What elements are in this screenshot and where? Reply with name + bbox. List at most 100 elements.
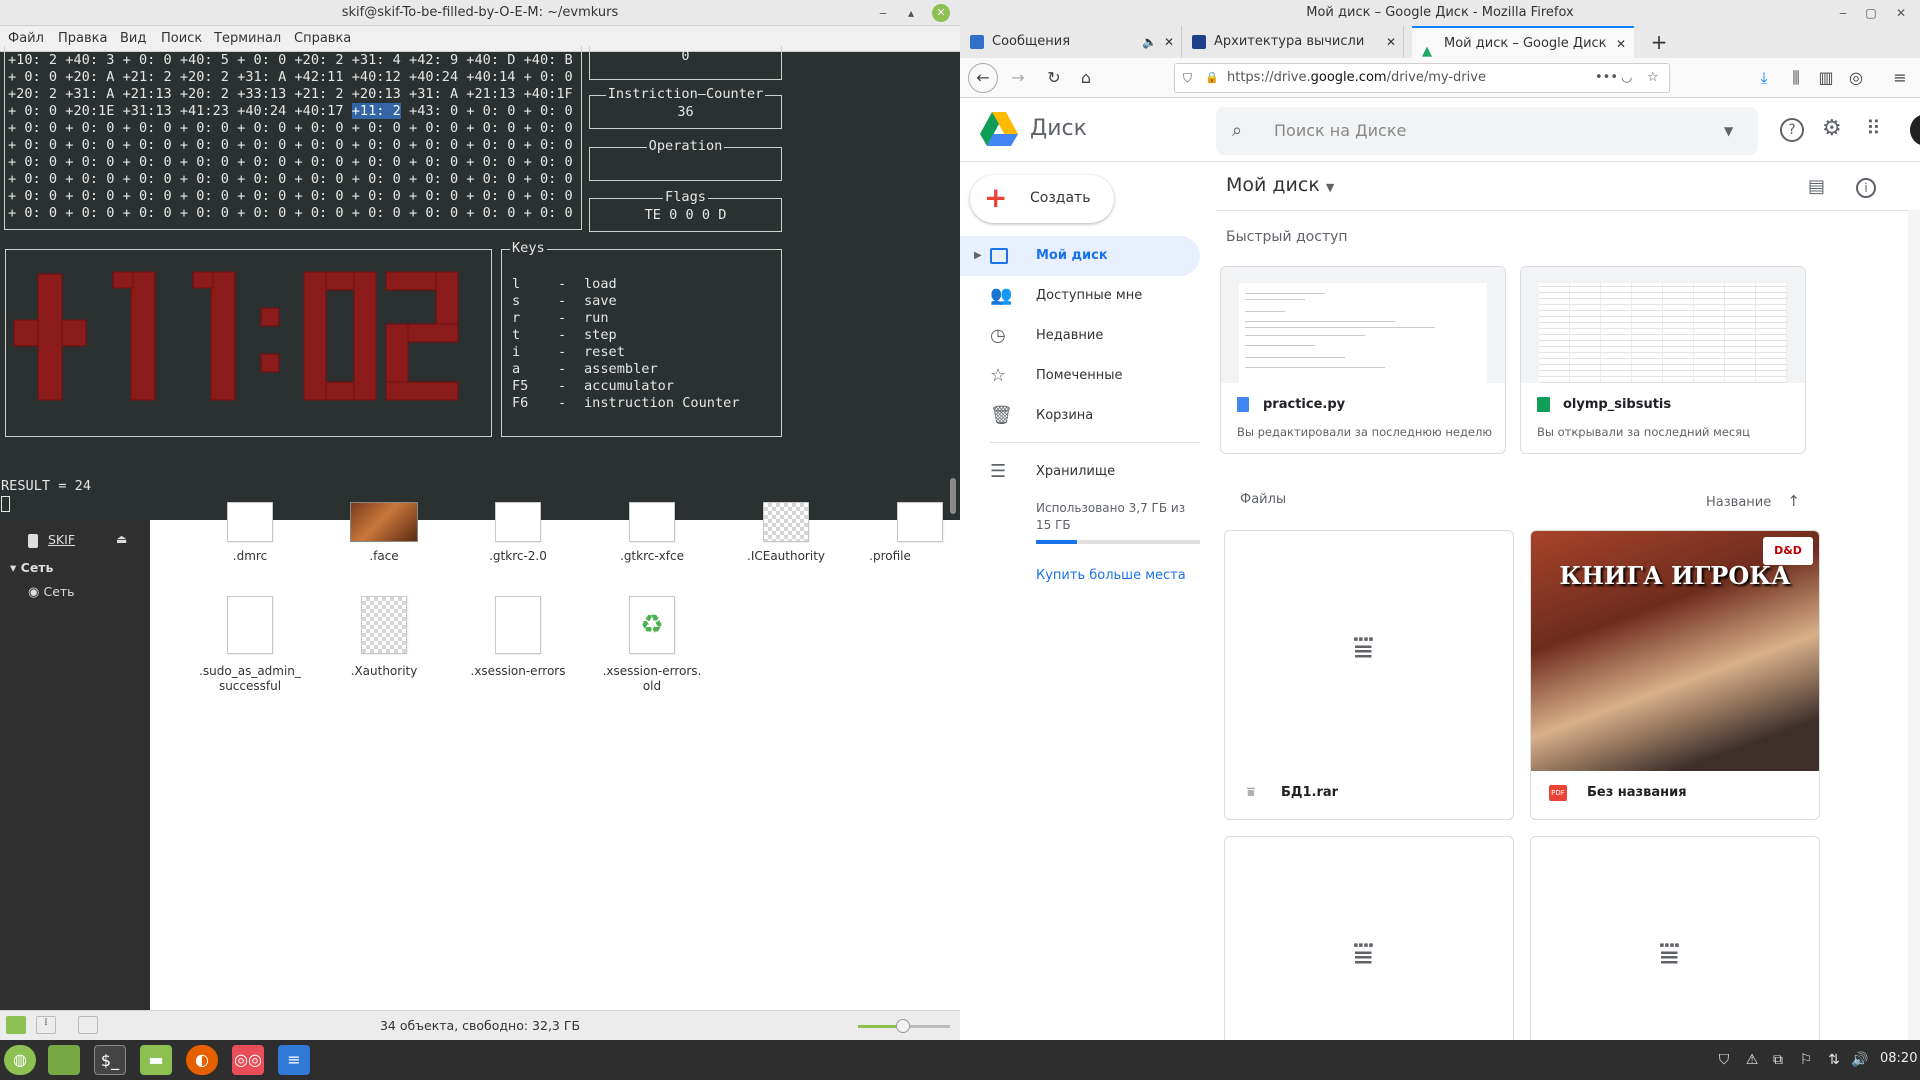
drive-logo-text[interactable]: Диск: [1030, 116, 1087, 141]
list-view-icon[interactable]: ▤: [1808, 176, 1825, 197]
zoom-slider[interactable]: [858, 1019, 950, 1033]
help-icon[interactable]: ?: [1780, 118, 1804, 142]
file-name: .xsession-errors: [470, 664, 566, 678]
apps-grid-icon[interactable]: ⠿: [1866, 116, 1881, 140]
text-editor-icon[interactable]: ≡: [278, 1045, 310, 1075]
clock-icon: ◷: [990, 325, 1006, 346]
tab-architecture[interactable]: Архитектура вычислите ✕: [1182, 26, 1404, 58]
terminal-body[interactable]: +10: 2 +40: 3 + 0: 0 +40: 5 + 0: 0 +20: …: [0, 46, 960, 520]
file-item[interactable]: .sudo_as_admin_ successful: [190, 596, 310, 706]
file-item[interactable]: .gtkrc-2.0: [458, 502, 578, 597]
nav-my-drive[interactable]: ▶ Мой диск: [960, 236, 1200, 276]
download-icon[interactable]: ⤓: [1754, 68, 1774, 88]
file-item[interactable]: ♻ .xsession-errors. old: [592, 596, 712, 706]
memory-line: + 0: 0 + 0: 0 + 0: 0 + 0: 0 + 0: 0 + 0: …: [8, 205, 573, 221]
menu-icon[interactable]: ≡: [1890, 68, 1910, 88]
key-name: F5: [512, 378, 529, 394]
checker-file-icon: [763, 502, 809, 542]
avatar[interactable]: [1910, 114, 1920, 146]
terminal-titlebar[interactable]: skif@skif-To-be-filled-by-O-E-M: ~/evmku…: [0, 0, 960, 26]
new-tab-button[interactable]: +: [1644, 26, 1674, 58]
url-bar[interactable]: ⛉ 🔒 https://drive.google.com/drive/my-dr…: [1174, 63, 1670, 93]
mint-menu-icon[interactable]: ◍: [4, 1045, 36, 1075]
tab-close-icon[interactable]: ✕: [1616, 28, 1626, 60]
terminal-icon[interactable]: $_: [94, 1045, 126, 1075]
file-card[interactable]: ⩸: [1530, 836, 1820, 1040]
bookmark-star-icon[interactable]: ☆: [1647, 64, 1659, 92]
keys-list: l - load s - save r - run t - step i - reset a - ass…: [512, 276, 740, 412]
screenshot-icon[interactable]: ⧉: [1768, 1050, 1788, 1070]
nav-storage[interactable]: ☰ Хранилище: [960, 452, 1200, 492]
drive-logo-icon[interactable]: [980, 112, 1018, 146]
tab-close-icon[interactable]: ✕: [1164, 26, 1174, 58]
file-card[interactable]: ⩸ ⩸ БД1.rar: [1224, 530, 1514, 820]
tab-close-icon[interactable]: ✕: [1386, 26, 1396, 58]
firefox-titlebar[interactable]: Мой диск – Google Диск - Mozilla Firefox…: [960, 0, 1920, 26]
nav-shared[interactable]: 👥 Доступные мне: [960, 276, 1200, 316]
sort-button[interactable]: Название ↑: [1706, 492, 1800, 510]
nav-recent[interactable]: ◷ Недавние: [960, 316, 1200, 356]
drive-scrollbar[interactable]: [1908, 210, 1920, 1040]
sidebar-item-network[interactable]: ◉ Сеть: [28, 584, 75, 600]
maximize-icon[interactable]: ▴: [902, 4, 920, 22]
minimize-icon[interactable]: ‒: [874, 4, 892, 22]
file-item[interactable]: .dmrc: [190, 502, 310, 597]
device-skif[interactable]: SKIF: [48, 532, 75, 547]
reader-icon[interactable]: ◎◎: [232, 1045, 264, 1075]
sidebar-icon[interactable]: ▥: [1816, 68, 1836, 88]
chevron-right-icon[interactable]: ▶: [974, 236, 982, 276]
reload-icon[interactable]: ↻: [1044, 68, 1064, 88]
account-icon[interactable]: ◎: [1846, 68, 1866, 88]
quick-access-card[interactable]: practice.py Вы редактировали за последню…: [1220, 266, 1506, 454]
warning-icon[interactable]: ⚠: [1742, 1050, 1762, 1070]
sidebar-network-header[interactable]: ▾ Сеть: [10, 560, 53, 575]
forward-icon[interactable]: →: [1008, 68, 1028, 88]
files-icon[interactable]: ▬: [140, 1045, 172, 1075]
file-card[interactable]: КНИГА ИГРОКА D&D PDF Без названия: [1530, 530, 1820, 820]
file-card[interactable]: ⩸: [1224, 836, 1514, 1040]
create-button[interactable]: + Создать: [970, 175, 1114, 223]
network-tray-icon[interactable]: ⇅: [1824, 1050, 1844, 1070]
tab-messages[interactable]: Сообщения 🔈 ✕: [960, 26, 1182, 58]
file-item[interactable]: .xsession-errors: [458, 596, 578, 706]
chevron-down-icon: ▼: [1325, 181, 1335, 194]
file-item[interactable]: .gtkrc-xfce: [592, 502, 712, 597]
library-icon[interactable]: ⫼: [1786, 68, 1806, 88]
search-options-icon[interactable]: ▼: [1724, 107, 1733, 155]
shield-icon[interactable]: ⛉: [1714, 1050, 1734, 1070]
tab-label: Архитектура вычислите: [1214, 34, 1364, 49]
close-icon[interactable]: ✕: [1892, 4, 1910, 22]
settings-gear-icon[interactable]: ⚙: [1822, 116, 1842, 141]
buy-storage-link[interactable]: Купить больше места: [1036, 568, 1186, 583]
file-item[interactable]: .face: [324, 502, 444, 597]
nav-trash[interactable]: 🗑 Корзина: [960, 396, 1200, 436]
page-actions-icon[interactable]: •••: [1595, 64, 1618, 92]
quick-access-card[interactable]: olymp_sibsutis Вы открывали за последний…: [1520, 266, 1806, 454]
breadcrumb[interactable]: Мой диск ▼: [1226, 174, 1334, 196]
minimize-icon[interactable]: ‒: [1834, 4, 1852, 22]
image-thumbnail: [350, 502, 418, 542]
maximize-icon[interactable]: ▢: [1862, 4, 1880, 22]
drive-search[interactable]: ⌕ Поиск на Диске ▼: [1216, 107, 1758, 155]
file-item[interactable]: .ICEauthority: [726, 502, 846, 597]
home-icon[interactable]: ⌂: [1076, 68, 1096, 88]
close-icon[interactable]: ✕: [932, 4, 950, 22]
operation-box: Operation: [589, 138, 782, 181]
nav-starred[interactable]: ☆ Помеченные: [960, 356, 1200, 396]
file-card-title: БД1.rar: [1281, 785, 1339, 800]
volume-icon[interactable]: 🔊: [1850, 1050, 1870, 1070]
firefox-icon[interactable]: ◐: [186, 1045, 218, 1075]
search-icon[interactable]: ⌕: [1232, 107, 1242, 155]
flag-icon[interactable]: ⚐: [1796, 1050, 1816, 1070]
pocket-icon[interactable]: ◡: [1621, 64, 1632, 92]
back-icon[interactable]: ←: [968, 63, 998, 93]
key-row: s - save: [512, 293, 617, 309]
eject-icon[interactable]: ⏏: [116, 532, 127, 546]
info-icon[interactable]: i: [1856, 178, 1876, 198]
speaker-icon[interactable]: 🔈: [1142, 26, 1157, 58]
show-desktop-icon[interactable]: [48, 1045, 80, 1075]
tab-my-drive[interactable]: ▲ Мой диск – Google Диск ✕: [1412, 26, 1634, 60]
zoom-slider-handle[interactable]: [896, 1019, 910, 1033]
clock[interactable]: 08:20: [1880, 1051, 1917, 1066]
file-item[interactable]: .Xauthority: [324, 596, 444, 706]
